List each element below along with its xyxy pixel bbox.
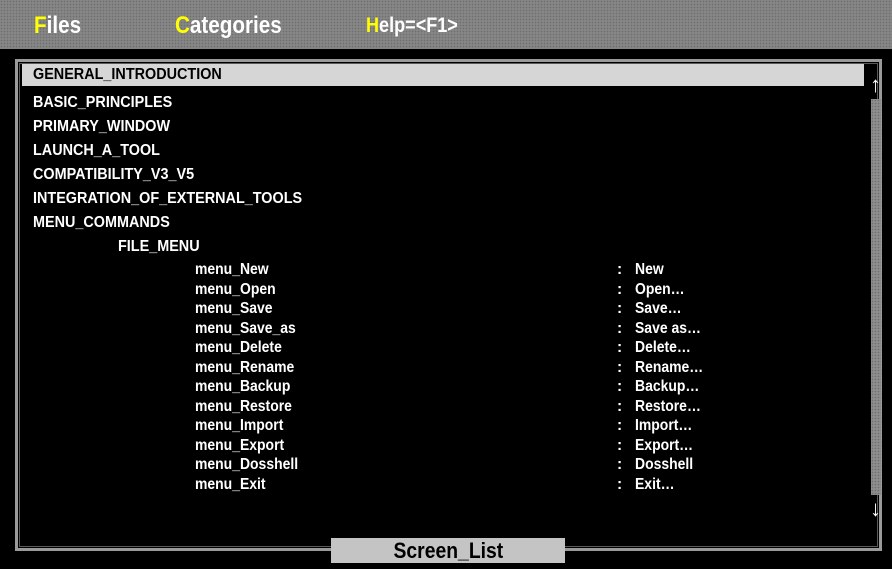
help-screen: Files Categories Help=<F1> GENERAL_INTRO… <box>0 0 892 569</box>
list-item-label: PRIMARY_WINDOW <box>33 118 171 135</box>
entry-label: Delete… <box>635 339 691 356</box>
entry-label: Restore… <box>635 397 701 415</box>
list-item-label: LAUNCH_A_TOOL <box>33 142 160 159</box>
file-menu-entry-menu-exit[interactable]: menu_Exit: Exit… <box>22 475 870 495</box>
entry-id: menu_Export <box>195 436 285 454</box>
scroll-up-arrow-icon[interactable]: ↑ <box>867 71 884 99</box>
file-menu-entry-menu-save[interactable]: menu_Save: Save… <box>22 299 870 319</box>
list-item-launch-a-tool[interactable]: LAUNCH_A_TOOL <box>22 140 870 162</box>
file-menu-entry-menu-save-as[interactable]: menu_Save_as: Save as… <box>22 319 870 339</box>
entry-id: menu_New <box>195 261 269 278</box>
entry-separator: : <box>617 397 623 415</box>
file-menu-entry-menu-rename[interactable]: menu_Rename: Rename… <box>22 358 870 378</box>
entry-id: menu_Dosshell <box>195 456 299 473</box>
list-item-primary-window[interactable]: PRIMARY_WINDOW <box>22 116 870 138</box>
entry-id: menu_Import <box>195 417 284 434</box>
entry-separator: : <box>617 319 623 337</box>
entry-id: menu_Open <box>195 280 276 298</box>
entry-separator: : <box>617 378 623 395</box>
file-menu-entry-menu-restore[interactable]: menu_Restore: Restore… <box>22 397 870 417</box>
entry-separator: : <box>617 358 623 376</box>
file-menu-entry-menu-backup[interactable]: menu_Backup: Backup… <box>22 377 870 397</box>
list-item-file-menu[interactable]: FILE_MENU <box>22 236 870 258</box>
entry-separator: : <box>617 261 623 278</box>
entry-separator: : <box>617 436 623 454</box>
list-item-basic-principles[interactable]: BASIC_PRINCIPLES <box>22 92 870 114</box>
list-item-general-introduction[interactable]: GENERAL_INTRODUCTION <box>22 64 864 86</box>
file-menu-entry-menu-export[interactable]: menu_Export: Export… <box>22 436 870 456</box>
list-item-label: BASIC_PRINCIPLES <box>33 94 173 111</box>
entry-label: Save… <box>635 300 682 317</box>
entry-id: menu_Save_as <box>195 319 296 337</box>
menu-categories[interactable]: Categories <box>175 12 282 40</box>
menu-help-hotkey: H <box>366 14 380 37</box>
entry-separator: : <box>617 300 623 317</box>
entry-label: Exit… <box>635 475 675 493</box>
menu-help-label: elp=<F1> <box>379 14 458 37</box>
file-menu-entry-menu-new[interactable]: menu_New: New <box>22 260 870 280</box>
scroll-track[interactable] <box>871 99 881 495</box>
entry-separator: : <box>617 475 623 493</box>
entry-separator: : <box>617 456 623 473</box>
entry-separator: : <box>617 280 623 298</box>
entry-id: menu_Restore <box>195 397 292 415</box>
entry-label: Backup… <box>635 378 700 395</box>
entry-label: Export… <box>635 436 694 454</box>
entry-label: Dosshell <box>635 456 694 473</box>
entry-id: menu_Rename <box>195 358 295 376</box>
list-item-compatibility[interactable]: COMPATIBILITY_V3_V5 <box>22 164 870 186</box>
menu-categories-label: ategories <box>189 12 282 39</box>
menu-files-label: iles <box>46 12 82 39</box>
list-item-label: MENU_COMMANDS <box>33 214 170 231</box>
menu-files-hotkey: F <box>34 12 47 39</box>
menu-files[interactable]: Files <box>34 12 81 40</box>
screen-list-tab: Screen_List <box>331 538 565 563</box>
topic-list: GENERAL_INTRODUCTION BASIC_PRINCIPLES PR… <box>22 64 870 524</box>
entry-separator: : <box>617 339 623 356</box>
entry-label: Rename… <box>635 358 704 376</box>
entry-label: New <box>635 261 664 278</box>
menu-categories-hotkey: C <box>175 12 190 39</box>
entry-id: menu_Exit <box>195 475 266 493</box>
entry-label: Open… <box>635 280 685 298</box>
scrollbar[interactable]: ↑ ↓ <box>867 71 884 523</box>
list-item-label: GENERAL_INTRODUCTION <box>33 66 222 83</box>
screen-list-label: Screen_List <box>393 538 503 563</box>
entry-separator: : <box>617 417 623 434</box>
entry-id: menu_Save <box>195 300 273 317</box>
file-menu-entry-menu-dosshell[interactable]: menu_Dosshell: Dosshell <box>22 455 870 475</box>
scroll-down-arrow-icon[interactable]: ↓ <box>867 495 884 523</box>
menu-help[interactable]: Help=<F1> <box>366 12 458 40</box>
file-menu-entry-menu-import[interactable]: menu_Import: Import… <box>22 416 870 436</box>
entry-id: menu_Delete <box>195 339 282 356</box>
list-item-menu-commands[interactable]: MENU_COMMANDS <box>22 212 870 234</box>
list-item-label: FILE_MENU <box>118 238 200 255</box>
entry-label: Import… <box>635 417 693 434</box>
list-item-label: COMPATIBILITY_V3_V5 <box>33 166 195 183</box>
entry-id: menu_Backup <box>195 378 291 395</box>
file-menu-entry-menu-delete[interactable]: menu_Delete: Delete… <box>22 338 870 358</box>
list-item-label: INTEGRATION_OF_EXTERNAL_TOOLS <box>33 190 303 207</box>
list-item-integration-of-external-tools[interactable]: INTEGRATION_OF_EXTERNAL_TOOLS <box>22 188 870 210</box>
entry-label: Save as… <box>635 319 701 337</box>
file-menu-entry-menu-open[interactable]: menu_Open: Open… <box>22 280 870 300</box>
menu-bar: Files Categories Help=<F1> <box>0 0 892 49</box>
